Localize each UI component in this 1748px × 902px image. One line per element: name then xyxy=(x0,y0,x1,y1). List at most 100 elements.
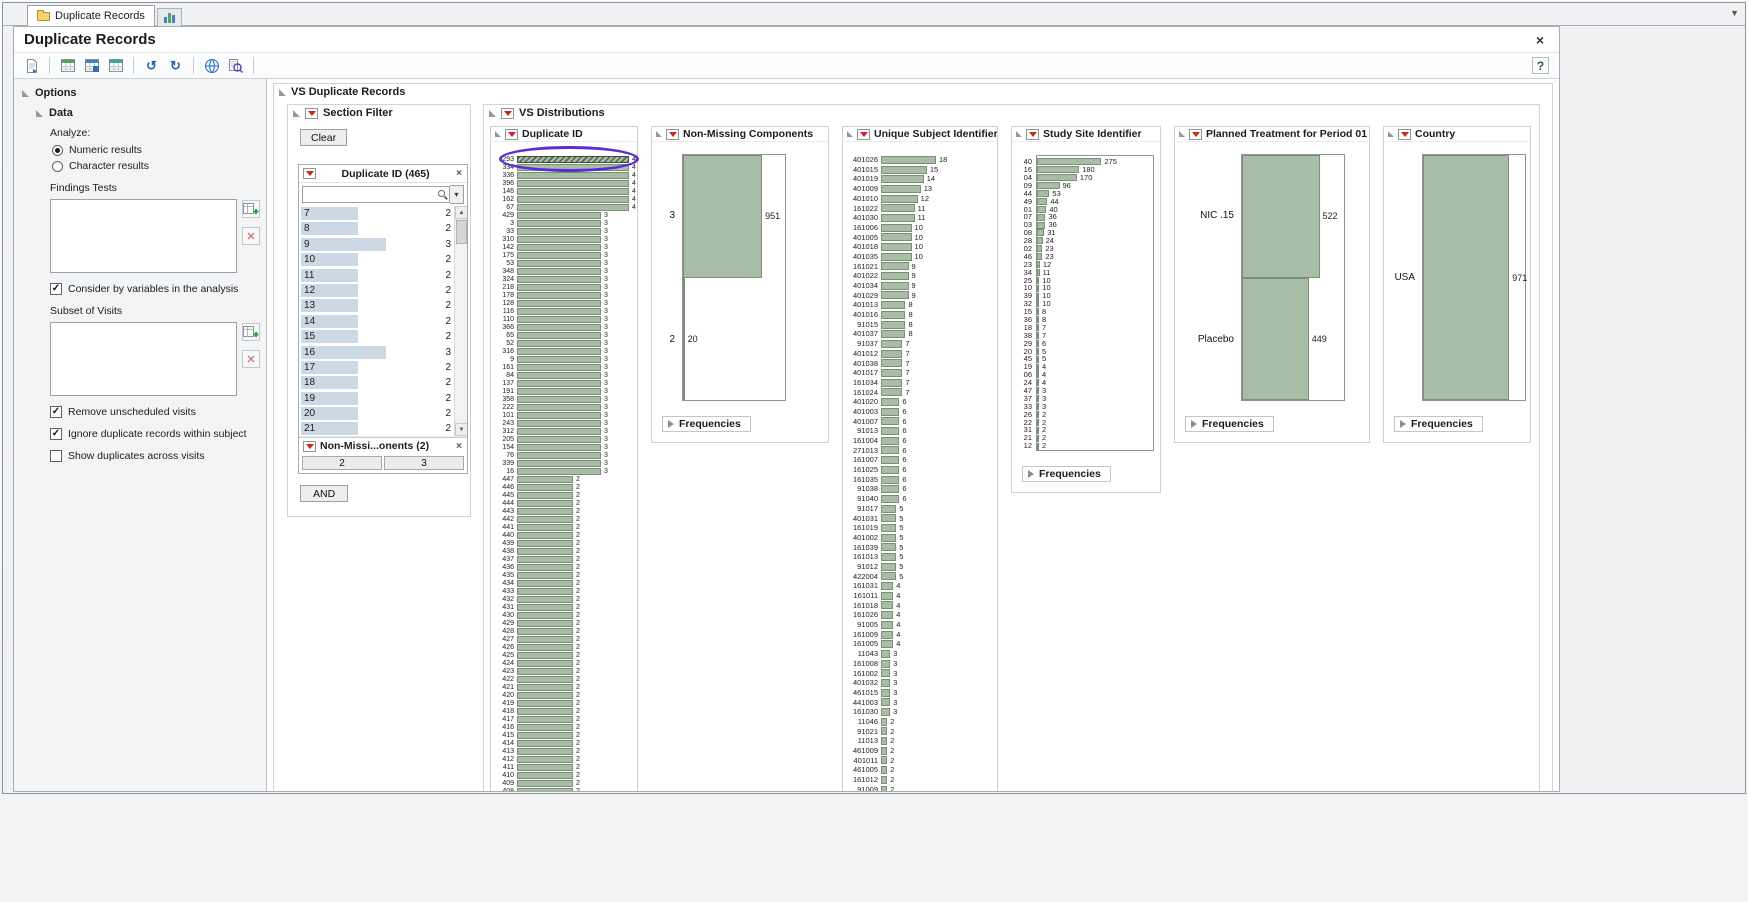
histogram-bar[interactable] xyxy=(517,652,573,659)
histogram-bar[interactable] xyxy=(517,356,601,363)
histogram-bar[interactable] xyxy=(881,272,909,280)
tab-duplicate-records[interactable]: Duplicate Records xyxy=(27,5,155,26)
histogram-bar[interactable] xyxy=(517,692,573,699)
histogram-bar[interactable] xyxy=(517,164,629,171)
histogram-bar[interactable] xyxy=(881,776,887,784)
histogram-bar[interactable] xyxy=(1037,285,1039,292)
disclosure-open-icon[interactable] xyxy=(1388,131,1394,137)
undo-icon[interactable]: ↺ xyxy=(142,56,161,75)
disclosure-open-icon[interactable] xyxy=(279,89,286,96)
checkbox-unchecked-icon[interactable] xyxy=(50,450,62,462)
histogram-bar[interactable] xyxy=(517,636,573,643)
filter-value-2-button[interactable]: 2 xyxy=(302,456,382,470)
red-triangle-menu-icon[interactable] xyxy=(501,108,514,119)
histogram-bar[interactable] xyxy=(1037,348,1039,355)
frequencies-toggle[interactable]: Frequencies xyxy=(1185,416,1274,432)
scroll-down-icon[interactable]: ▼ xyxy=(455,423,467,436)
histogram-bar[interactable] xyxy=(881,505,896,513)
histogram-bar[interactable] xyxy=(881,282,909,290)
histogram-bar[interactable] xyxy=(1037,364,1039,371)
histogram-bar[interactable] xyxy=(517,668,573,675)
histogram-bar[interactable] xyxy=(1037,435,1039,442)
histogram-bar[interactable] xyxy=(881,727,887,735)
histogram-bar[interactable] xyxy=(881,185,921,193)
filter-row[interactable]: 82 xyxy=(299,221,454,236)
disclosure-open-icon[interactable] xyxy=(36,110,43,117)
histogram-bar[interactable] xyxy=(517,596,573,603)
subset-of-visits-listbox[interactable] xyxy=(50,322,237,396)
histogram-bar[interactable] xyxy=(1037,403,1039,410)
histogram-bar[interactable] xyxy=(881,340,902,348)
histogram-bar[interactable] xyxy=(517,620,573,627)
histogram-bar[interactable] xyxy=(517,700,573,707)
findings-clear-icon[interactable]: ✕ xyxy=(242,227,260,245)
red-triangle-menu-icon[interactable] xyxy=(305,108,318,119)
histogram-bar[interactable] xyxy=(517,388,601,395)
histogram-bar[interactable] xyxy=(517,460,601,467)
histogram-bar[interactable] xyxy=(1242,278,1309,401)
histogram-bar[interactable] xyxy=(1037,206,1046,213)
redo-icon[interactable]: ↻ xyxy=(166,56,185,75)
help-icon[interactable]: ? xyxy=(1532,57,1549,74)
histogram-bar[interactable] xyxy=(517,188,629,195)
filter-row[interactable]: 192 xyxy=(299,391,454,406)
red-triangle-menu-icon[interactable] xyxy=(303,168,316,179)
radio-character-results[interactable]: Character results xyxy=(52,160,260,172)
histogram-bar[interactable] xyxy=(881,660,890,668)
histogram-bar[interactable] xyxy=(517,404,601,411)
histogram-bar[interactable] xyxy=(881,524,896,532)
histogram-bar[interactable] xyxy=(881,408,899,416)
disclosure-open-icon[interactable] xyxy=(1016,131,1022,137)
checkbox-checked-icon[interactable]: ✓ xyxy=(50,283,62,295)
histogram-bar[interactable] xyxy=(1037,340,1039,347)
histogram-bar[interactable] xyxy=(517,644,573,651)
export-table-icon[interactable] xyxy=(106,56,125,75)
histogram-bar[interactable] xyxy=(881,592,893,600)
histogram-bar[interactable] xyxy=(517,476,573,483)
histogram-bar[interactable] xyxy=(517,268,601,275)
filter-scrollbar[interactable]: ▲ ▼ xyxy=(454,206,467,436)
data-table-icon[interactable] xyxy=(58,56,77,75)
histogram-bar[interactable] xyxy=(881,204,915,212)
histogram-bar[interactable] xyxy=(517,372,601,379)
filter-row[interactable]: 72 xyxy=(299,206,454,221)
histogram-bar[interactable] xyxy=(517,236,601,243)
histogram-bar[interactable] xyxy=(517,764,573,771)
histogram-bar[interactable] xyxy=(1037,237,1043,244)
subset-clear-icon[interactable]: ✕ xyxy=(242,350,260,368)
histogram-bar[interactable] xyxy=(517,756,573,763)
histogram-bar[interactable] xyxy=(881,621,893,629)
histogram-bar[interactable] xyxy=(517,244,601,251)
histogram-bar[interactable] xyxy=(517,292,601,299)
histogram-bar[interactable] xyxy=(517,716,573,723)
histogram-bar[interactable] xyxy=(517,340,601,347)
histogram-bar[interactable] xyxy=(517,300,601,307)
histogram-bar[interactable] xyxy=(517,684,573,691)
scrollbar-thumb[interactable] xyxy=(456,220,467,244)
histogram-bar[interactable] xyxy=(517,548,573,555)
histogram-bar[interactable] xyxy=(881,737,887,745)
close-filter-icon[interactable]: × xyxy=(455,168,463,179)
show-duplicates-checkbox[interactable]: Show duplicates across visits xyxy=(50,450,260,462)
filter-row[interactable]: 202 xyxy=(299,406,454,421)
histogram-bar[interactable] xyxy=(1037,308,1039,315)
histogram-bar[interactable] xyxy=(517,468,601,475)
histogram-bar[interactable] xyxy=(517,396,601,403)
histogram-bar[interactable] xyxy=(517,332,601,339)
histogram-bar[interactable] xyxy=(881,311,905,319)
histogram-bar[interactable] xyxy=(881,611,893,619)
close-filter-icon[interactable]: × xyxy=(455,441,463,452)
histogram-bar[interactable] xyxy=(881,640,893,648)
histogram-bar[interactable] xyxy=(881,466,899,474)
histogram-bar[interactable] xyxy=(1037,277,1039,284)
histogram-bar[interactable] xyxy=(881,243,912,251)
histogram-bar[interactable] xyxy=(517,540,573,547)
histogram-bar[interactable] xyxy=(1037,419,1039,426)
histogram-bar[interactable] xyxy=(517,748,573,755)
histogram-bar[interactable] xyxy=(881,553,896,561)
histogram-bar[interactable] xyxy=(881,650,890,658)
histogram-bar[interactable] xyxy=(1037,379,1039,386)
data-group-header[interactable]: Data xyxy=(36,107,260,119)
histogram-bar[interactable] xyxy=(517,316,601,323)
checkbox-checked-icon[interactable]: ✓ xyxy=(50,406,62,418)
